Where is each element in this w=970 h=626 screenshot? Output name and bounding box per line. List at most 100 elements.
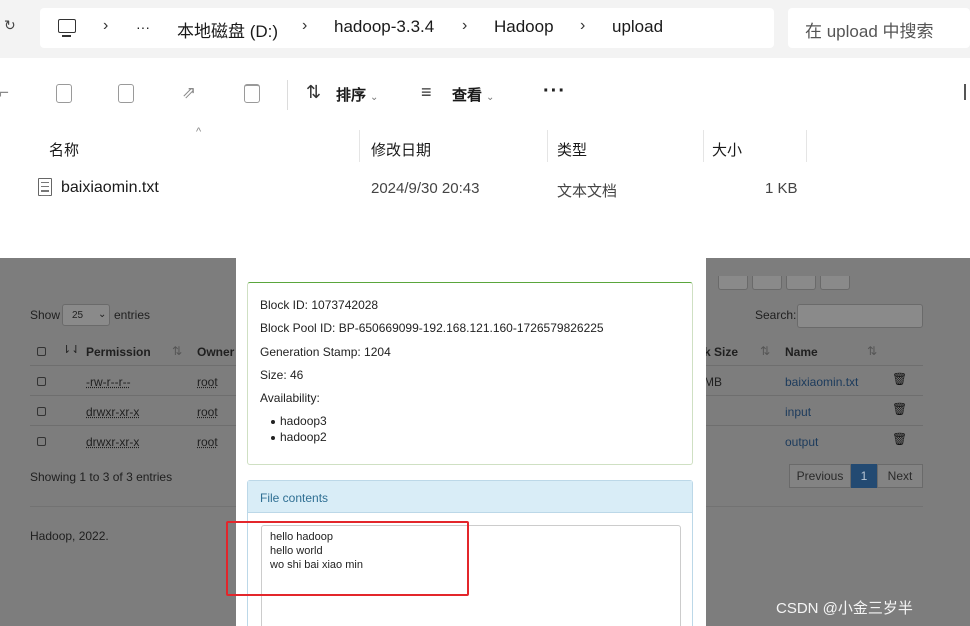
availability-host: hadoop3 xyxy=(280,414,327,428)
header-owner[interactable]: Owner xyxy=(197,345,234,359)
watermark: CSDN @小金三岁半 xyxy=(776,600,913,617)
refresh-icon[interactable]: ↻ xyxy=(4,17,16,34)
breadcrumb-upload[interactable]: upload xyxy=(612,17,663,37)
entries-label: entries xyxy=(114,308,151,322)
cut-icon[interactable]: ⌐ xyxy=(0,83,14,103)
trash-icon[interactable]: 🗑 xyxy=(892,372,907,386)
column-separator xyxy=(806,130,807,162)
trash-icon[interactable]: 🗑 xyxy=(892,402,907,416)
breadcrumb-hadoop[interactable]: Hadoop xyxy=(494,17,554,37)
file-name[interactable]: baixiaomin.txt xyxy=(61,179,159,197)
chevron-down-icon: ⌄ xyxy=(370,92,379,103)
row-checkbox[interactable] xyxy=(37,377,46,386)
file-type: 文本文档 xyxy=(557,183,618,200)
pager-next-button[interactable]: Next xyxy=(877,464,923,488)
column-name[interactable]: 名称 xyxy=(49,139,79,160)
file-contents-title: File contents xyxy=(260,491,329,505)
toolbar-button[interactable] xyxy=(786,276,816,290)
pager-previous-button[interactable]: Previous xyxy=(789,464,851,488)
share-icon[interactable]: ⇗ xyxy=(179,83,199,103)
command-bar: ⌐ ⇗ ⇅ 排序 ⌄ ≡ 查看 ⌄ ··· xyxy=(0,62,970,128)
column-size[interactable]: 大小 xyxy=(712,139,742,160)
sort-button[interactable]: 排序 ⌄ xyxy=(336,84,378,105)
bullet-icon xyxy=(271,436,275,440)
sort-caret-icon: ^ xyxy=(196,126,202,138)
select-all-checkbox[interactable] xyxy=(37,347,46,356)
row-checkbox[interactable] xyxy=(37,437,46,446)
search-input[interactable]: 在 upload 中搜索 xyxy=(805,17,934,42)
header-block-size[interactable]: k Size xyxy=(704,345,738,359)
entries-select[interactable]: 25 ⌄ xyxy=(62,304,110,326)
delete-icon[interactable] xyxy=(244,84,260,103)
sort-icon[interactable]: ⇅ xyxy=(867,344,877,358)
row-block-size: MB xyxy=(704,375,722,389)
chevron-right-icon: › xyxy=(462,17,468,34)
availability-host: hadoop2 xyxy=(280,430,327,444)
header-permission[interactable]: Permission xyxy=(86,345,151,359)
sort-icon: ⇅ xyxy=(306,82,322,102)
footer-text: Hadoop, 2022. xyxy=(30,529,109,543)
search-label: Search: xyxy=(755,308,797,322)
file-contents-header: File contents xyxy=(248,481,692,513)
sort-icon[interactable]: ⇅ xyxy=(172,344,182,358)
column-separator xyxy=(359,130,360,162)
view-label: 查看 xyxy=(452,87,483,104)
row-permission[interactable]: -rw-r--r-- xyxy=(86,375,131,389)
toolbar-divider xyxy=(287,80,288,110)
address-bar: ↻ › ··· 本地磁盘 (D:) › hadoop-3.3.4 › Hadoo… xyxy=(0,0,970,58)
file-modified: 2024/9/30 20:43 xyxy=(371,180,480,197)
toolbar-edge xyxy=(964,84,966,100)
sort-label: 排序 xyxy=(336,87,367,104)
rename-icon[interactable] xyxy=(118,84,134,103)
more-options-button[interactable]: ··· xyxy=(543,80,566,103)
text-file-icon xyxy=(38,178,52,196)
row-permission[interactable]: drwxr-xr-x xyxy=(86,405,139,419)
table-search-input[interactable] xyxy=(797,304,923,328)
showing-entries-text: Showing 1 to 3 of 3 entries xyxy=(30,470,173,484)
chevron-right-icon: › xyxy=(103,17,109,34)
file-explorer-window: ↻ › ··· 本地磁盘 (D:) › hadoop-3.3.4 › Hadoo… xyxy=(0,0,970,258)
highlight-annotation-box xyxy=(226,521,469,596)
block-pool-id: Block Pool ID: BP-650669099-192.168.121.… xyxy=(260,321,604,335)
column-type[interactable]: 类型 xyxy=(557,139,587,160)
availability-label: Availability: xyxy=(260,391,320,405)
trash-icon[interactable]: 🗑 xyxy=(892,432,907,446)
row-checkbox[interactable] xyxy=(37,407,46,416)
breadcrumb-overflow[interactable]: ··· xyxy=(136,19,150,35)
column-modified[interactable]: 修改日期 xyxy=(371,139,431,160)
generation-stamp: Generation Stamp: 1204 xyxy=(260,345,391,359)
row-owner[interactable]: root xyxy=(197,405,218,419)
chevron-right-icon: › xyxy=(580,17,586,34)
bullet-icon xyxy=(271,420,275,424)
row-permission[interactable]: drwxr-xr-x xyxy=(86,435,139,449)
copy-icon[interactable] xyxy=(56,84,72,103)
header-name[interactable]: Name xyxy=(785,345,818,359)
view-icon: ≡ xyxy=(421,82,432,102)
this-pc-icon[interactable] xyxy=(58,19,76,37)
hdfs-browser-page: Show 25 ⌄ entries Search: ⇂⇃ Permission … xyxy=(0,258,970,626)
column-separator xyxy=(703,130,704,162)
sort-icon[interactable]: ⇂⇃ xyxy=(62,343,80,356)
row-owner[interactable]: root xyxy=(197,375,218,389)
row-name-link[interactable]: output xyxy=(785,435,818,449)
view-button[interactable]: 查看 ⌄ xyxy=(452,84,494,105)
column-header-row xyxy=(0,130,970,164)
file-size: 1 KB xyxy=(765,180,798,197)
row-owner[interactable]: root xyxy=(197,435,218,449)
block-information-panel: Block ID: 1073742028 Block Pool ID: BP-6… xyxy=(247,282,693,465)
breadcrumb-hadoop-334[interactable]: hadoop-3.3.4 xyxy=(334,17,434,37)
chevron-down-icon: ⌄ xyxy=(98,309,107,320)
row-name-link[interactable]: input xyxy=(785,405,811,419)
breadcrumb-drive[interactable]: 本地磁盘 (D:) xyxy=(177,17,278,42)
block-id: Block ID: 1073742028 xyxy=(260,298,379,312)
sort-icon[interactable]: ⇅ xyxy=(760,344,770,358)
pager-page-button[interactable]: 1 xyxy=(851,464,877,488)
row-name-link[interactable]: baixiaomin.txt xyxy=(785,375,858,389)
entries-value: 25 xyxy=(72,310,84,321)
toolbar-button[interactable] xyxy=(820,276,850,290)
show-label: Show xyxy=(30,308,61,322)
column-separator xyxy=(547,130,548,162)
toolbar-button[interactable] xyxy=(752,276,782,290)
toolbar-button[interactable] xyxy=(718,276,748,290)
chevron-right-icon: › xyxy=(302,17,308,34)
